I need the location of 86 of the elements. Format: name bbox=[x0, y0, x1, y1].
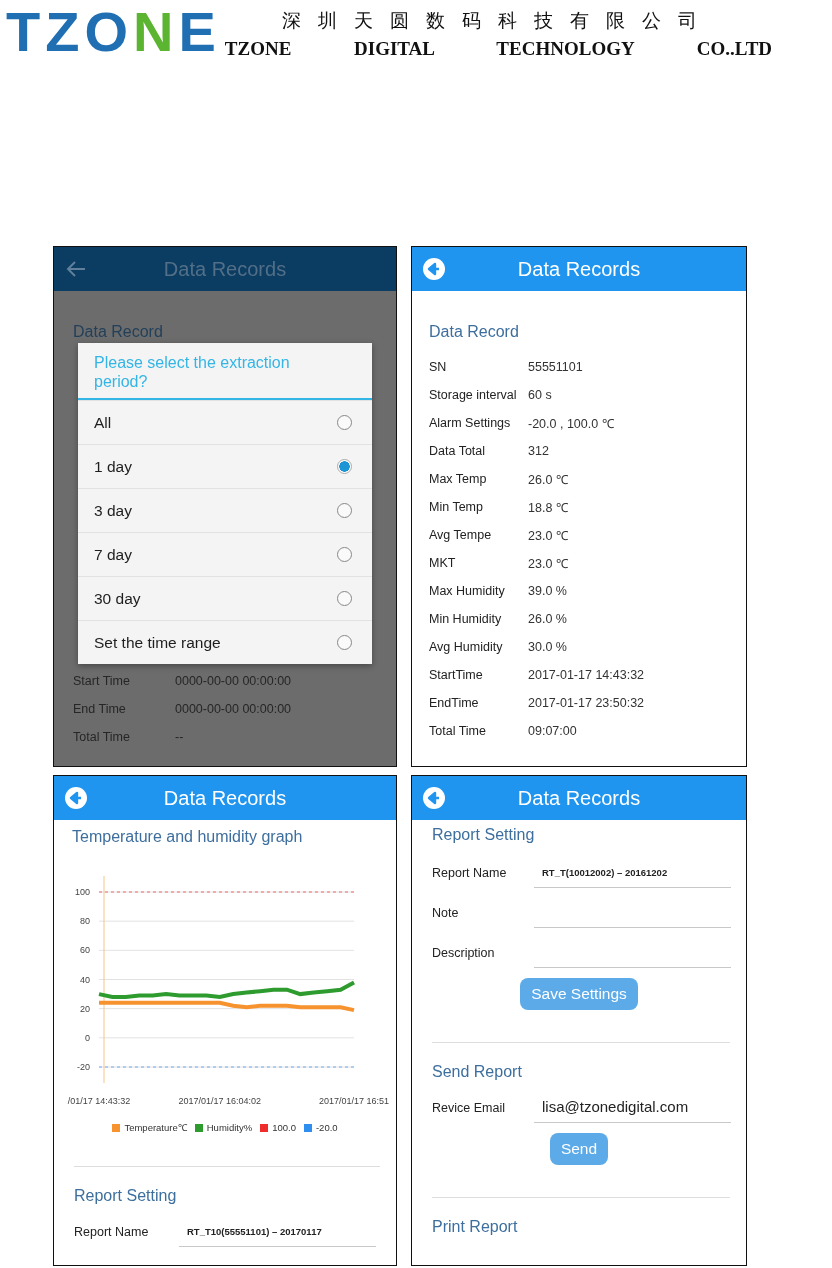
section-heading: Report Setting bbox=[432, 826, 536, 844]
field-value: 23.0 ℃ bbox=[528, 555, 568, 572]
field-label: Description bbox=[432, 946, 496, 962]
axis-label: -20 bbox=[77, 1062, 90, 1072]
section-heading: Send Report bbox=[432, 1063, 523, 1081]
field-label: Alarm Settings bbox=[429, 416, 512, 430]
field-value: 18.8 ℃ bbox=[528, 499, 568, 516]
axis-label: 60 bbox=[80, 945, 90, 956]
field-value: 60 s bbox=[528, 388, 552, 402]
screen-title: Data Records bbox=[517, 786, 641, 810]
section-heading: Temperature and humidity graph bbox=[72, 828, 304, 846]
section-heading: Print Report bbox=[432, 1218, 519, 1236]
field-label: Total Time bbox=[73, 730, 131, 744]
field-label: Max Humidity bbox=[429, 584, 506, 598]
field-value: 30.0 % bbox=[528, 640, 567, 654]
field-label: Total Time bbox=[429, 724, 487, 738]
axis-label: 20 bbox=[80, 1003, 90, 1014]
section-heading: Data Record bbox=[429, 323, 520, 341]
field-value: 09:07:00 bbox=[528, 724, 577, 738]
field-value: 0000-00-00 00:00:00 bbox=[175, 674, 292, 688]
field-label: Report Name bbox=[74, 1225, 150, 1241]
option-item[interactable]: All bbox=[78, 400, 372, 444]
option-item[interactable]: Set the time range bbox=[78, 620, 372, 664]
option-item[interactable]: 3 day bbox=[78, 488, 372, 532]
field-value: 23.0 ℃ bbox=[528, 527, 568, 544]
legend-label: Temperature℃ bbox=[124, 1121, 187, 1134]
field-label: End Time bbox=[73, 702, 127, 716]
option-item[interactable]: 7 day bbox=[78, 532, 372, 576]
field-label: Revice Email bbox=[432, 1101, 506, 1117]
field-label: Min Humidity bbox=[429, 612, 503, 626]
field-label: Max Temp bbox=[429, 472, 488, 486]
field-value: -- bbox=[175, 730, 184, 744]
legend-label: 100.0 bbox=[272, 1122, 296, 1133]
back-icon[interactable] bbox=[422, 786, 446, 810]
input-field[interactable]: lisa@tzonedigital.com bbox=[534, 1097, 731, 1123]
field-label: Min Temp bbox=[429, 500, 484, 514]
field-label: StartTime bbox=[429, 668, 484, 682]
field-value: 2017-01-17 23:50:32 bbox=[528, 696, 645, 710]
field-label: Data Total bbox=[429, 444, 487, 458]
field-label: Note bbox=[432, 906, 460, 922]
section-heading: Report Setting bbox=[74, 1187, 178, 1205]
option-item[interactable]: 30 day bbox=[78, 576, 372, 620]
screen-title: Data Records bbox=[163, 786, 287, 810]
field-label: EndTime bbox=[429, 696, 480, 710]
field-label: Report Name bbox=[432, 866, 508, 882]
field-value: 312 bbox=[528, 444, 549, 458]
legend-label: Humidity% bbox=[206, 1122, 253, 1133]
section-heading: Data Record bbox=[73, 323, 164, 341]
axis-label: 100 bbox=[74, 887, 90, 897]
back-icon[interactable] bbox=[422, 257, 446, 281]
field-label: Avg Tempe bbox=[429, 528, 493, 542]
input-field[interactable]: RT_T10(55551101) – 20170117 bbox=[179, 1223, 376, 1247]
company-name: TZONE DIGITAL TECHNOLOGY CO..LTD bbox=[224, 38, 773, 60]
screen-title: Data Records bbox=[163, 257, 287, 281]
field-value: -20.0 , 100.0 ℃ bbox=[528, 415, 614, 432]
screen-title: Data Records bbox=[517, 257, 641, 281]
field-value: 2017-01-17 14:43:32 bbox=[528, 668, 645, 682]
axis-label: 2017/01/17 16:51 bbox=[318, 1096, 390, 1106]
axis-label: 2017/01/17 16:04:02 bbox=[178, 1096, 262, 1106]
back-icon[interactable] bbox=[64, 786, 88, 810]
axis-label: /01/17 14:43:32 bbox=[67, 1096, 131, 1106]
radio-button[interactable] bbox=[337, 459, 352, 474]
field-label: SN bbox=[429, 360, 448, 374]
axis-label: 80 bbox=[80, 916, 90, 927]
radio-button[interactable] bbox=[337, 415, 352, 430]
company-name: 深圳天圆数码科技有限公司 bbox=[282, 8, 715, 33]
company-logo: TZON E bbox=[6, 0, 221, 64]
radio-button[interactable] bbox=[337, 591, 352, 606]
radio-button[interactable] bbox=[337, 635, 352, 650]
dialog-title: Please select the extraction period? bbox=[78, 343, 372, 400]
field-label: Avg Humidity bbox=[429, 640, 504, 654]
field-label: MKT bbox=[429, 556, 457, 570]
field-value: 0000-00-00 00:00:00 bbox=[175, 702, 292, 716]
field-value: 26.0 % bbox=[528, 612, 567, 626]
option-item[interactable]: 1 day bbox=[78, 444, 372, 488]
axis-label: 0 bbox=[85, 1032, 90, 1043]
field-value: 55551101 bbox=[528, 360, 583, 374]
field-label: Storage interval bbox=[429, 388, 518, 402]
field-value: 39.0 % bbox=[528, 584, 567, 598]
legend-label: -20.0 bbox=[315, 1122, 338, 1133]
radio-button[interactable] bbox=[337, 503, 352, 518]
radio-button[interactable] bbox=[337, 547, 352, 562]
input-field[interactable]: RT_T(10012002) – 20161202 bbox=[534, 864, 731, 888]
field-label: Start Time bbox=[73, 674, 131, 688]
axis-label: 40 bbox=[80, 974, 90, 985]
field-value: 26.0 ℃ bbox=[528, 471, 568, 488]
